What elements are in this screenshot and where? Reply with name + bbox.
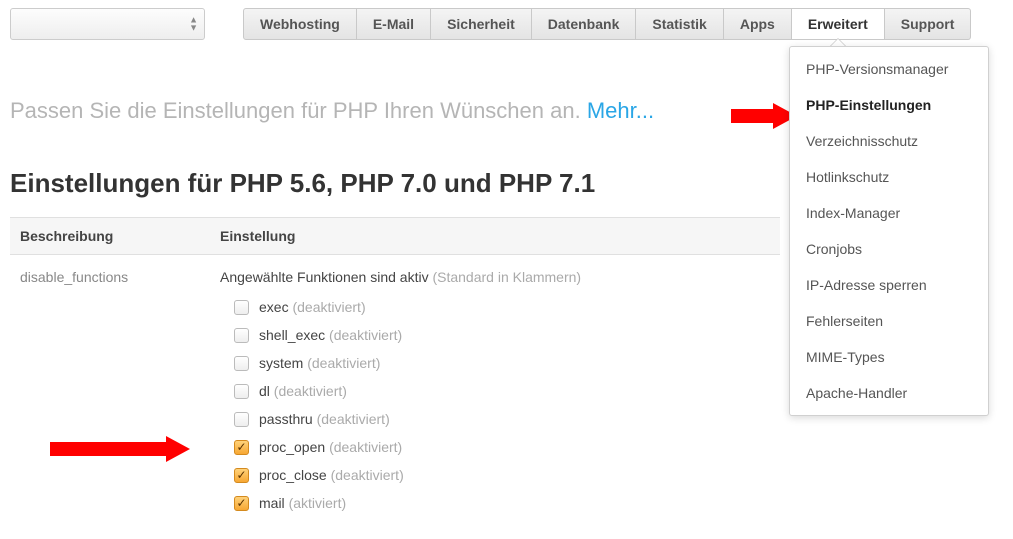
- function-default: (deaktiviert): [331, 467, 404, 483]
- dd-item-cronjobs[interactable]: Cronjobs: [790, 231, 988, 267]
- function-name: passthru: [259, 411, 317, 427]
- function-name: proc_open: [259, 439, 329, 455]
- domain-select[interactable]: ▲▼: [10, 8, 205, 40]
- updown-icon: ▲▼: [189, 17, 198, 32]
- checkbox-proc_close[interactable]: ✓: [234, 468, 249, 483]
- function-default: (deaktiviert): [329, 439, 402, 455]
- function-item-mail: ✓ mail (aktiviert): [220, 489, 770, 517]
- main-tabs: WebhostingE-MailSicherheitDatenbankStati…: [243, 8, 971, 40]
- checkbox-passthru[interactable]: [234, 412, 249, 427]
- erweitert-dropdown: PHP-VersionsmanagerPHP-EinstellungenVerz…: [789, 46, 989, 416]
- function-item-passthru: passthru (deaktiviert): [220, 405, 770, 433]
- dd-item-mime-types[interactable]: MIME-Types: [790, 339, 988, 375]
- function-default: (deaktiviert): [274, 383, 347, 399]
- function-default: (aktiviert): [289, 495, 347, 511]
- function-name: shell_exec: [259, 327, 329, 343]
- function-default: (deaktiviert): [292, 299, 365, 315]
- more-link[interactable]: Mehr...: [587, 98, 654, 123]
- function-name: mail: [259, 495, 289, 511]
- intro-text-content: Passen Sie die Einstellungen für PHP Ihr…: [10, 98, 581, 123]
- setting-key: disable_functions: [10, 255, 210, 532]
- function-default: (deaktiviert): [317, 411, 390, 427]
- col-header-description: Beschreibung: [10, 218, 210, 255]
- tab-erweitert[interactable]: Erweitert: [792, 8, 885, 40]
- table-row: disable_functions Angewählte Funktionen …: [10, 255, 780, 532]
- tab-sicherheit[interactable]: Sicherheit: [431, 8, 532, 40]
- tab-webhosting[interactable]: Webhosting: [243, 8, 357, 40]
- checkbox-system[interactable]: [234, 356, 249, 371]
- dd-item-verzeichnisschutz[interactable]: Verzeichnisschutz: [790, 123, 988, 159]
- dd-item-ip-adresse-sperren[interactable]: IP-Adresse sperren: [790, 267, 988, 303]
- function-item-exec: exec (deaktiviert): [220, 293, 770, 321]
- function-item-shell_exec: shell_exec (deaktiviert): [220, 321, 770, 349]
- function-default: (deaktiviert): [307, 355, 380, 371]
- dd-item-apache-handler[interactable]: Apache-Handler: [790, 375, 988, 411]
- settings-table: Beschreibung Einstellung disable_functio…: [10, 217, 780, 531]
- dd-item-php-einstellungen[interactable]: PHP-Einstellungen: [790, 87, 988, 123]
- tab-statistik[interactable]: Statistik: [636, 8, 723, 40]
- function-item-system: system (deaktiviert): [220, 349, 770, 377]
- dd-item-php-versionsmanager[interactable]: PHP-Versionsmanager: [790, 51, 988, 87]
- dd-item-index-manager[interactable]: Index-Manager: [790, 195, 988, 231]
- functions-intro-muted: (Standard in Klammern): [432, 269, 581, 285]
- function-name: proc_close: [259, 467, 331, 483]
- tab-datenbank[interactable]: Datenbank: [532, 8, 637, 40]
- checkbox-mail[interactable]: ✓: [234, 496, 249, 511]
- checkbox-exec[interactable]: [234, 300, 249, 315]
- function-name: system: [259, 355, 307, 371]
- tab-e-mail[interactable]: E-Mail: [357, 8, 431, 40]
- function-item-dl: dl (deaktiviert): [220, 377, 770, 405]
- function-item-proc_open: ✓ proc_open (deaktiviert): [220, 433, 770, 461]
- tab-support[interactable]: Support: [885, 8, 972, 40]
- dd-item-fehlerseiten[interactable]: Fehlerseiten: [790, 303, 988, 339]
- col-header-setting: Einstellung: [210, 218, 780, 255]
- dd-item-hotlinkschutz[interactable]: Hotlinkschutz: [790, 159, 988, 195]
- function-item-proc_close: ✓ proc_close (deaktiviert): [220, 461, 770, 489]
- functions-intro-text: Angewählte Funktionen sind aktiv: [220, 269, 429, 285]
- function-default: (deaktiviert): [329, 327, 402, 343]
- checkbox-dl[interactable]: [234, 384, 249, 399]
- functions-intro: Angewählte Funktionen sind aktiv (Standa…: [220, 269, 770, 285]
- functions-list: exec (deaktiviert)shell_exec (deaktivier…: [220, 293, 770, 517]
- function-name: exec: [259, 299, 292, 315]
- checkbox-shell_exec[interactable]: [234, 328, 249, 343]
- tab-apps[interactable]: Apps: [724, 8, 792, 40]
- function-name: dl: [259, 383, 274, 399]
- checkbox-proc_open[interactable]: ✓: [234, 440, 249, 455]
